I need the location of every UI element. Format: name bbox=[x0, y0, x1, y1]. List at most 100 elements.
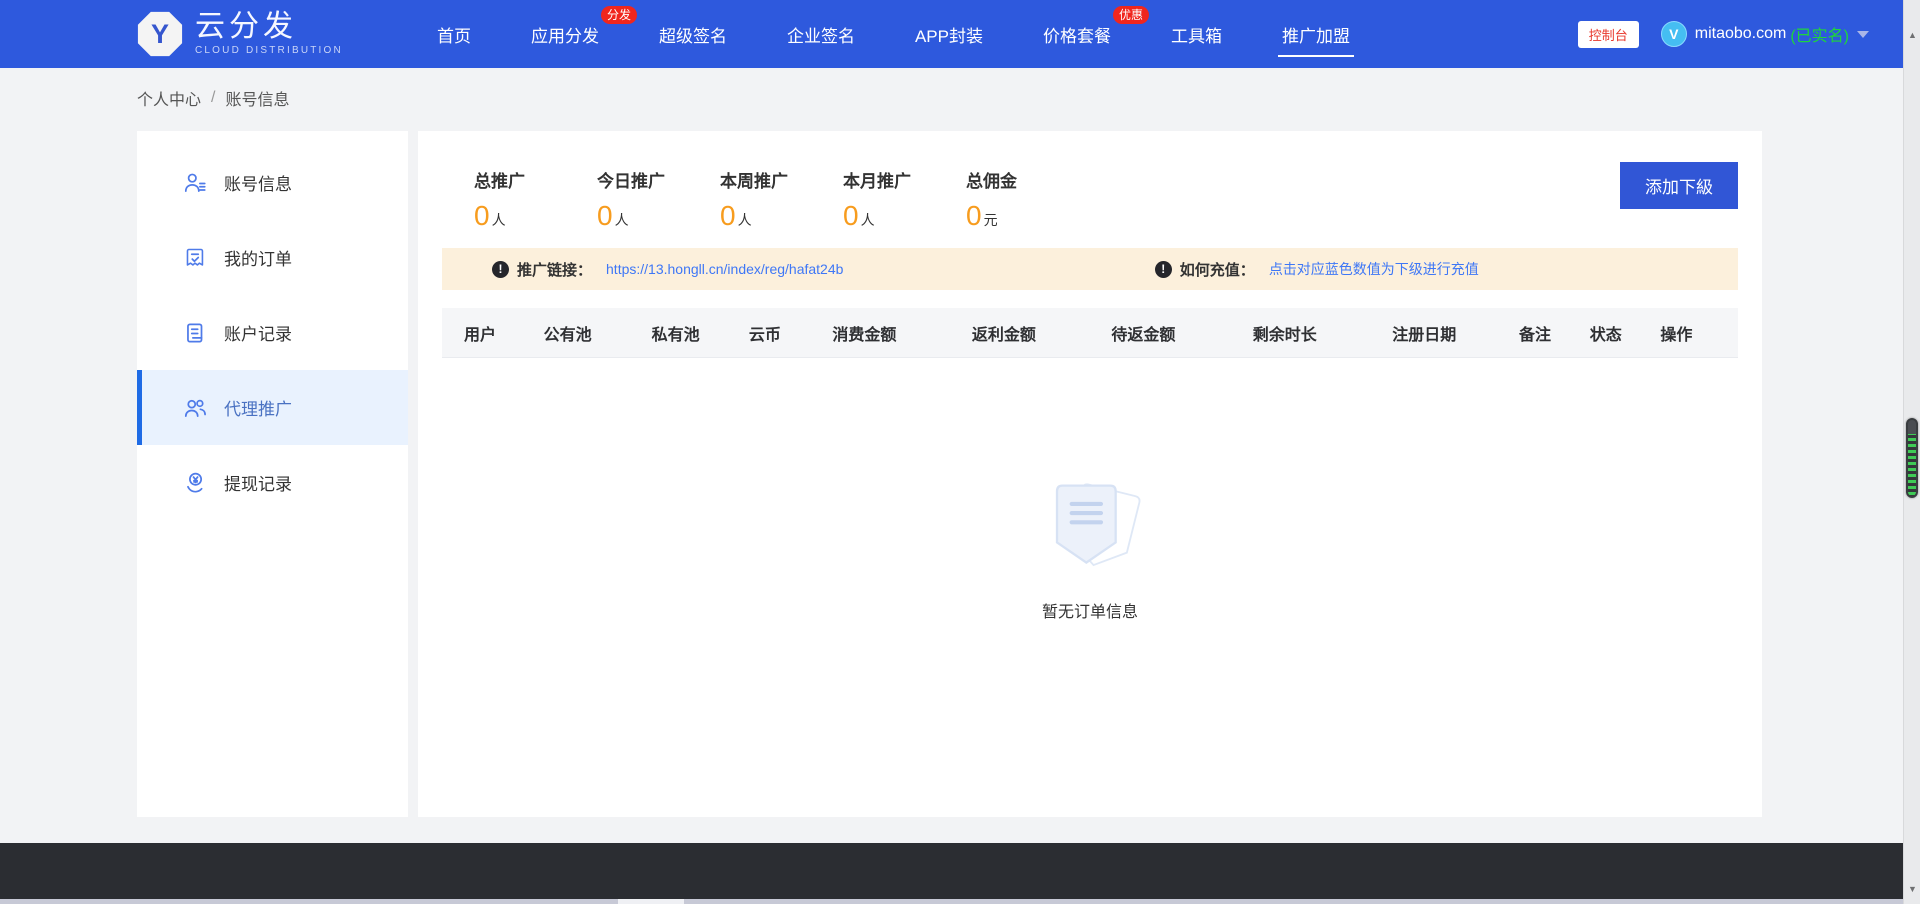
sidebar-item-agent-promotion[interactable]: 代理推广 bbox=[137, 370, 408, 445]
order-check-icon bbox=[182, 245, 208, 271]
col-remaining-duration: 剩余时长 bbox=[1253, 321, 1392, 345]
user-name: mitaobo.com bbox=[1695, 25, 1787, 43]
console-button[interactable]: 控制台 bbox=[1578, 21, 1639, 48]
stat-total-promotion: 总推广 0人 bbox=[474, 167, 577, 232]
col-user: 用户 bbox=[442, 321, 544, 345]
chevron-down-icon bbox=[1857, 31, 1869, 38]
nav-item-label: 超级签名 bbox=[659, 22, 727, 47]
col-public-pool: 公有池 bbox=[544, 321, 652, 345]
stat-label: 本周推广 bbox=[720, 167, 823, 192]
content-card: 总推广 0人 今日推广 0人 本周推广 0人 本月推广 0人 总佣金 0元 添加… bbox=[418, 131, 1762, 817]
stat-label: 本月推广 bbox=[843, 167, 946, 192]
nav-item-home[interactable]: 首页 bbox=[407, 0, 501, 68]
nav-item-super-signature[interactable]: 超级签名 bbox=[629, 0, 757, 68]
stat-unit: 元 bbox=[984, 212, 998, 228]
empty-document-icon bbox=[1035, 466, 1145, 584]
nav-item-label: APP封装 bbox=[915, 22, 983, 47]
sidebar: 账号信息 我的订单 账户记录 代理推广 提现记录 bbox=[137, 131, 408, 817]
stat-value: 0 bbox=[474, 200, 490, 231]
recharge-help-link[interactable]: 点击对应蓝色数值为下级进行充值 bbox=[1269, 259, 1479, 279]
col-pending-rebate: 待返金额 bbox=[1111, 321, 1252, 345]
user-avatar: V bbox=[1661, 21, 1687, 47]
vertical-scrollbar-thumb[interactable] bbox=[1906, 418, 1918, 498]
user-card-icon bbox=[182, 170, 208, 196]
stat-value: 0 bbox=[720, 200, 736, 231]
logo-subtitle: CLOUD DISTRIBUTION bbox=[195, 46, 343, 56]
stat-unit: 人 bbox=[861, 212, 875, 228]
sidebar-item-withdrawal-records[interactable]: 提现记录 bbox=[137, 445, 408, 520]
info-icon: ! bbox=[1155, 261, 1172, 278]
breadcrumb-account-info: 账号信息 bbox=[225, 86, 289, 110]
coin-hand-icon bbox=[182, 470, 208, 496]
add-subordinate-button[interactable]: 添加下級 bbox=[1620, 162, 1738, 209]
scroll-up-arrow-icon[interactable]: ▲ bbox=[1904, 26, 1920, 44]
nav-item-label: 首页 bbox=[437, 22, 471, 47]
stat-value: 0 bbox=[966, 200, 982, 231]
stat-unit: 人 bbox=[615, 212, 629, 228]
col-rebate-amount: 返利金额 bbox=[972, 321, 1111, 345]
breadcrumb: 个人中心 / 账号信息 bbox=[137, 86, 289, 110]
sidebar-item-my-orders[interactable]: 我的订单 bbox=[137, 220, 408, 295]
col-status: 状态 bbox=[1590, 321, 1661, 345]
sidebar-item-account-records[interactable]: 账户记录 bbox=[137, 295, 408, 370]
nav-item-pricing[interactable]: 价格套餐 优惠 bbox=[1013, 0, 1141, 68]
col-registration-date: 注册日期 bbox=[1392, 321, 1519, 345]
horizontal-scrollbar[interactable] bbox=[0, 899, 1903, 904]
stat-total-commission: 总佣金 0元 bbox=[966, 167, 1069, 232]
sidebar-item-label: 提现记录 bbox=[224, 470, 292, 495]
stat-label: 总佣金 bbox=[966, 167, 1069, 192]
col-consumption-amount: 消费金额 bbox=[832, 321, 971, 345]
verified-badge: (已实名) bbox=[1790, 22, 1849, 46]
user-menu[interactable]: V mitaobo.com (已实名) bbox=[1661, 21, 1869, 47]
stat-label: 总推广 bbox=[474, 167, 577, 192]
sidebar-item-account-info[interactable]: 账号信息 bbox=[137, 145, 408, 220]
promotion-link-url[interactable]: https://13.hongll.cn/index/reg/hafat24b bbox=[606, 261, 843, 277]
nav-item-toolbox[interactable]: 工具箱 bbox=[1141, 0, 1252, 68]
nav-item-app-distribution[interactable]: 应用分发 分发 bbox=[501, 0, 629, 68]
sidebar-item-label: 账户记录 bbox=[224, 320, 292, 345]
sidebar-item-label: 我的订单 bbox=[224, 245, 292, 270]
page-footer bbox=[0, 843, 1903, 899]
promotion-link-label: 推广链接： bbox=[517, 259, 592, 280]
promotion-stats: 总推广 0人 今日推广 0人 本周推广 0人 本月推广 0人 总佣金 0元 bbox=[418, 131, 1762, 232]
col-action: 操作 bbox=[1660, 321, 1738, 345]
top-navbar: Y 云分发 CLOUD DISTRIBUTION 首页 应用分发 分发 超级签名… bbox=[0, 0, 1903, 68]
recharge-help-group: ! 如何充值： 点击对应蓝色数值为下级进行充值 bbox=[1155, 259, 1479, 280]
nav-item-app-packaging[interactable]: APP封装 bbox=[885, 0, 1013, 68]
col-cloud-coin: 云币 bbox=[749, 321, 833, 345]
info-icon: ! bbox=[492, 261, 509, 278]
stat-month-promotion: 本月推广 0人 bbox=[843, 167, 946, 232]
breadcrumb-personal-center[interactable]: 个人中心 bbox=[137, 86, 201, 110]
people-group-icon bbox=[182, 395, 208, 421]
sidebar-item-label: 代理推广 bbox=[224, 395, 292, 420]
vertical-scrollbar[interactable]: ▲ ▼ bbox=[1903, 0, 1920, 904]
col-private-pool: 私有池 bbox=[652, 321, 749, 345]
stat-label: 今日推广 bbox=[597, 167, 700, 192]
stat-value: 0 bbox=[843, 200, 859, 231]
empty-state: 暂无订单信息 bbox=[418, 466, 1762, 622]
nav-item-label: 工具箱 bbox=[1171, 22, 1222, 47]
col-remark: 备注 bbox=[1519, 321, 1590, 345]
app-logo[interactable]: Y 云分发 CLOUD DISTRIBUTION bbox=[137, 11, 343, 57]
breadcrumb-separator: / bbox=[211, 89, 215, 107]
stat-value: 0 bbox=[597, 200, 613, 231]
nav-item-label: 应用分发 bbox=[531, 22, 599, 47]
logo-octagon-icon: Y bbox=[137, 11, 183, 57]
horizontal-scrollbar-thumb[interactable] bbox=[618, 899, 684, 904]
navbar-right: 控制台 V mitaobo.com (已实名) bbox=[1578, 21, 1869, 48]
empty-message: 暂无订单信息 bbox=[1042, 598, 1138, 622]
stat-unit: 人 bbox=[492, 212, 506, 228]
scroll-down-arrow-icon[interactable]: ▼ bbox=[1904, 880, 1920, 898]
logo-text: 云分发 CLOUD DISTRIBUTION bbox=[195, 12, 343, 56]
recharge-help-label: 如何充值： bbox=[1180, 259, 1255, 280]
stat-week-promotion: 本周推广 0人 bbox=[720, 167, 823, 232]
promotion-link-group: ! 推广链接： https://13.hongll.cn/index/reg/h… bbox=[492, 259, 843, 280]
nav-item-label: 价格套餐 bbox=[1043, 22, 1111, 47]
stat-today-promotion: 今日推广 0人 bbox=[597, 167, 700, 232]
stat-unit: 人 bbox=[738, 212, 752, 228]
logo-letter: Y bbox=[151, 19, 169, 50]
nav-item-promotion-alliance[interactable]: 推广加盟 bbox=[1252, 0, 1380, 68]
ledger-icon bbox=[182, 320, 208, 346]
subordinates-table-header: 用户 公有池 私有池 云币 消费金额 返利金额 待返金额 剩余时长 注册日期 备… bbox=[442, 308, 1738, 358]
nav-item-enterprise-signature[interactable]: 企业签名 bbox=[757, 0, 885, 68]
